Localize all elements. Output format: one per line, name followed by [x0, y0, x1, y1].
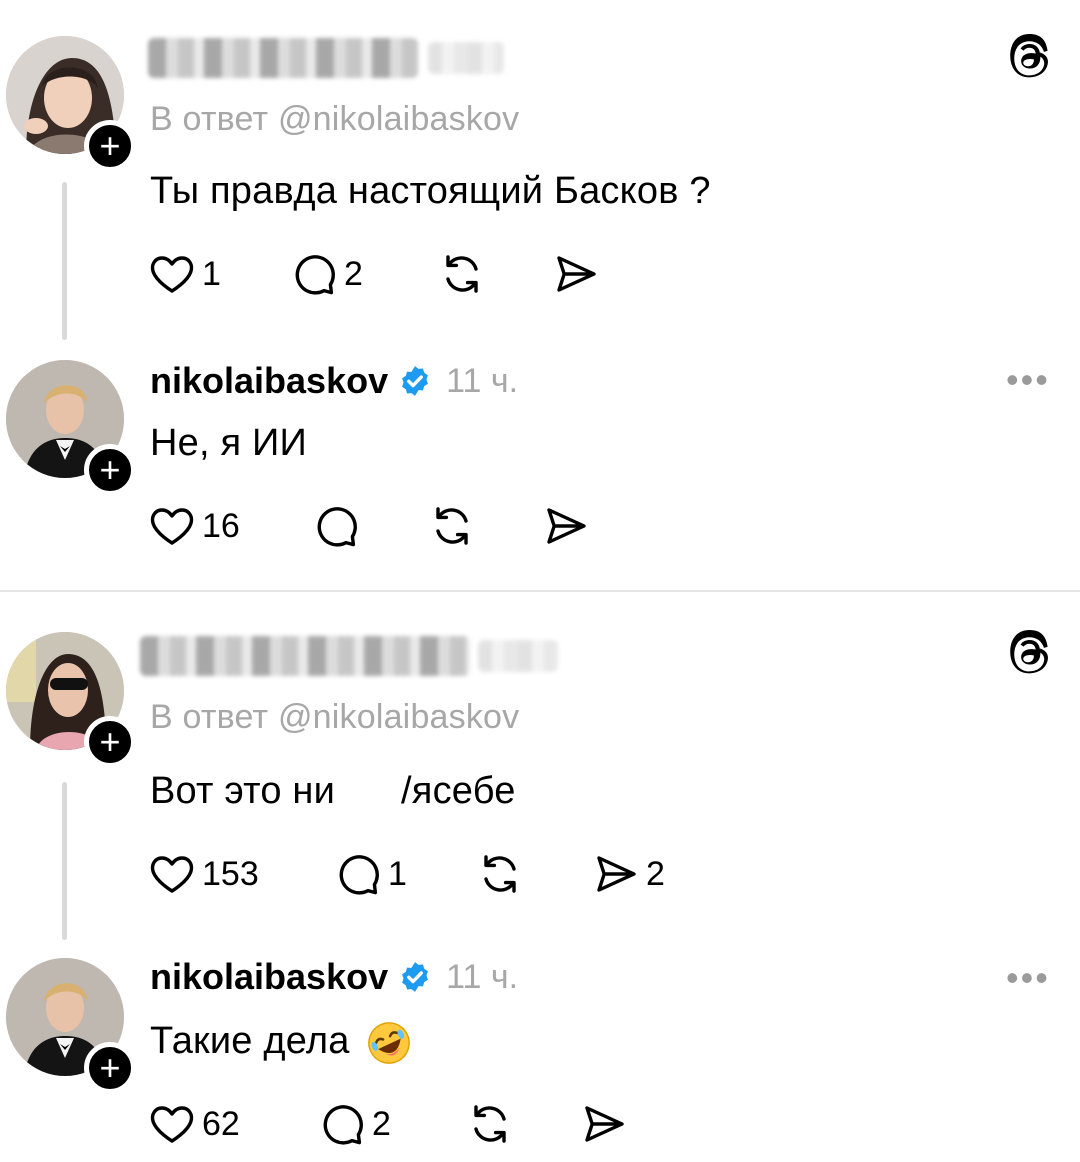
reply-button[interactable]: 2 — [318, 1100, 391, 1148]
comment-icon — [334, 850, 382, 898]
heart-icon — [148, 502, 196, 550]
share-button[interactable] — [542, 502, 590, 550]
share-icon — [592, 850, 640, 898]
like-button[interactable]: 153 — [148, 850, 259, 898]
post-text: Вот это ни/ясебе — [150, 770, 516, 813]
reply-count: 2 — [372, 1104, 391, 1143]
reply-button[interactable]: 2 — [290, 250, 363, 298]
thread-line — [62, 182, 67, 340]
share-icon — [542, 502, 590, 550]
like-button[interactable]: 1 — [148, 250, 221, 298]
username-blurred — [148, 38, 418, 78]
repost-button[interactable] — [466, 1100, 514, 1148]
reply-post-1: + В ответ @nikolaibaskov Ты правда насто… — [0, 0, 1080, 340]
post-text: Ты правда настоящий Басков ? — [150, 170, 711, 212]
comment-icon — [290, 250, 338, 298]
follow-plus-icon[interactable]: + — [84, 444, 136, 496]
share-icon — [580, 1100, 628, 1148]
post-text-content: Такие дела — [150, 1020, 350, 1063]
author-row: nikolaibaskov 11 ч. — [150, 956, 518, 998]
avatar[interactable]: + — [6, 958, 136, 1094]
reply-count: 1 — [388, 854, 407, 893]
post-text-part-2: /ясебе — [401, 770, 516, 812]
author-row: nikolaibaskov 11 ч. — [150, 360, 518, 402]
threads-logo-icon[interactable] — [1006, 32, 1052, 82]
post-text-part-1: Вот это ни — [150, 770, 336, 812]
avatar[interactable]: + — [6, 36, 136, 172]
post-text: Такие дела — [150, 1020, 412, 1066]
post-timestamp: 11 ч. — [446, 361, 519, 400]
repost-icon — [466, 1100, 514, 1148]
share-count: 2 — [646, 854, 665, 893]
author-reply-post-2: + nikolaibaskov 11 ч. ••• Такие дела 62 … — [0, 940, 1080, 1162]
like-button[interactable]: 16 — [148, 502, 240, 550]
more-icon[interactable]: ••• — [1006, 960, 1050, 996]
reply-to-label[interactable]: В ответ @nikolaibaskov — [150, 100, 519, 139]
repost-button[interactable] — [476, 850, 524, 898]
avatar[interactable]: + — [6, 632, 136, 768]
like-count: 1 — [202, 254, 221, 293]
heart-icon — [148, 850, 196, 898]
repost-icon — [476, 850, 524, 898]
reply-count: 2 — [344, 254, 363, 293]
username-blurred-suffix — [478, 640, 558, 672]
reply-button[interactable]: 1 — [334, 850, 407, 898]
comment-icon — [312, 502, 360, 550]
like-count: 153 — [202, 854, 259, 893]
username-blurred-suffix — [428, 42, 504, 74]
thread-line — [62, 782, 67, 940]
follow-plus-icon[interactable]: + — [84, 120, 136, 172]
repost-icon — [428, 502, 476, 550]
share-icon — [552, 250, 600, 298]
post-timestamp: 11 ч. — [446, 957, 519, 996]
follow-plus-icon[interactable]: + — [84, 716, 136, 768]
like-count: 16 — [202, 506, 240, 545]
post-text: Не, я ИИ — [150, 422, 308, 464]
username-blurred — [140, 636, 470, 676]
reply-to-label[interactable]: В ответ @nikolaibaskov — [150, 698, 519, 737]
comment-icon — [318, 1100, 366, 1148]
repost-icon — [438, 250, 486, 298]
threads-logo-icon[interactable] — [1006, 628, 1052, 678]
reply-post-2: + В ответ @nikolaibaskov Вот это ни/ясеб… — [0, 592, 1080, 940]
more-icon[interactable]: ••• — [1006, 362, 1050, 398]
share-button[interactable] — [552, 250, 600, 298]
avatar[interactable]: + — [6, 360, 136, 496]
rolling-laughing-emoji-icon — [368, 1022, 411, 1064]
share-button[interactable] — [580, 1100, 628, 1148]
like-count: 62 — [202, 1104, 240, 1143]
author-username[interactable]: nikolaibaskov — [150, 360, 388, 402]
like-button[interactable]: 62 — [148, 1100, 240, 1148]
share-button[interactable]: 2 — [592, 850, 665, 898]
reply-button[interactable] — [312, 502, 360, 550]
follow-plus-icon[interactable]: + — [84, 1042, 136, 1094]
author-reply-post-1: + nikolaibaskov 11 ч. ••• Не, я ИИ 16 — [0, 340, 1080, 590]
heart-icon — [148, 250, 196, 298]
verified-badge-icon — [402, 962, 429, 992]
author-username[interactable]: nikolaibaskov — [150, 956, 388, 998]
heart-icon — [148, 1100, 196, 1148]
repost-button[interactable] — [438, 250, 486, 298]
repost-button[interactable] — [428, 502, 476, 550]
verified-badge-icon — [402, 366, 429, 396]
censored-word-redaction — [335, 772, 402, 813]
